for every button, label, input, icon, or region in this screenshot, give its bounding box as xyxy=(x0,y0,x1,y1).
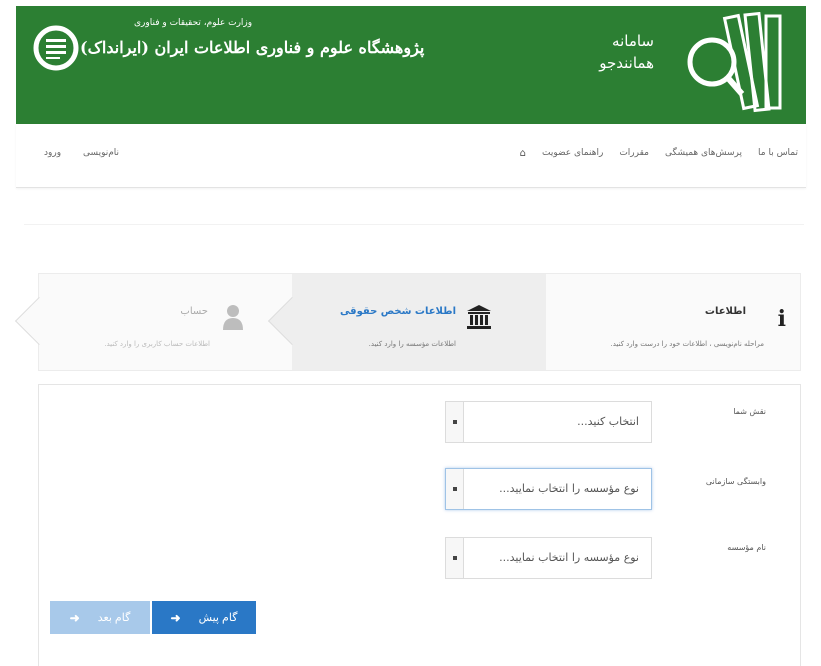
next-step-label: گام بعد xyxy=(97,612,131,624)
step-info[interactable]: i اطلاعات مراحله نام‌نویسی ، اطلاعات خود… xyxy=(546,274,800,370)
institution-icon xyxy=(467,305,491,329)
arrow-right-icon: ➜ xyxy=(170,610,181,625)
site-header: سامانه همانندجو وزارت علوم، تحقیقات و فن… xyxy=(16,6,806,124)
dropdown-arrow-icon[interactable] xyxy=(446,538,464,578)
nav-item-contact[interactable]: تماس با ما xyxy=(758,148,798,159)
role-select-value: انتخاب کنید... xyxy=(577,415,639,428)
divider xyxy=(24,224,804,225)
affiliation-select[interactable]: نوع مؤسسه را انتخاب نمایید... xyxy=(445,468,652,510)
affiliation-label: وابستگی سازمانی xyxy=(705,477,766,486)
nav-item-faq[interactable]: پرسش‌های همیشگی xyxy=(665,148,742,159)
arrow-right-icon: ➜ xyxy=(69,610,80,625)
previous-step-label: گام پیش xyxy=(198,612,238,624)
role-label: نقش شما xyxy=(733,407,766,416)
step-account[interactable]: حساب اطلاعات حساب کاربری را وارد کنید. xyxy=(14,274,292,370)
step-legal-entity[interactable]: اطلاعات شخص حقوقی اطلاعات مؤسسه را وارد … xyxy=(267,274,546,370)
user-icon xyxy=(223,305,243,330)
samaneh-logo-icon[interactable] xyxy=(670,12,790,117)
step-account-title: حساب xyxy=(180,306,208,317)
step-arrow xyxy=(14,296,64,346)
registration-form: نقش شما انتخاب کنید... وابستگی سازمانی ن… xyxy=(38,384,801,666)
step-info-desc: مراحله نام‌نویسی ، اطلاعات خود را درست و… xyxy=(610,340,764,348)
previous-step-button[interactable]: گام پیش ➜ xyxy=(152,601,256,634)
step-info-title: اطلاعات xyxy=(704,306,746,317)
system-title: سامانه همانندجو xyxy=(599,30,654,74)
step-legal-entity-title: اطلاعات شخص حقوقی xyxy=(339,306,456,317)
organization-name: پژوهشگاه علوم و فناوری اطلاعات ایران (ای… xyxy=(80,38,425,57)
institution-label: نام مؤسسه xyxy=(727,543,766,552)
dropdown-arrow-icon[interactable] xyxy=(446,402,464,442)
ministry-name: وزارت علوم، تحقیقات و فناوری xyxy=(134,18,253,28)
wizard-steps: i اطلاعات مراحله نام‌نویسی ، اطلاعات خود… xyxy=(14,273,801,371)
auth-links: ورود نام‌نویسی xyxy=(44,148,119,158)
home-icon[interactable]: ⌂ xyxy=(520,148,526,159)
main-navbar: ⌂ راهنمای عضویت مقررات پرسش‌های همیشگی ت… xyxy=(16,124,806,188)
step-legal-entity-desc: اطلاعات مؤسسه را وارد کنید. xyxy=(368,340,456,348)
affiliation-select-value: نوع مؤسسه را انتخاب نمایید... xyxy=(499,482,639,495)
next-step-button[interactable]: گام بعد ➜ xyxy=(50,601,150,634)
system-title-line2: همانندجو xyxy=(599,54,654,72)
institution-select-value: نوع مؤسسه را انتخاب نمایید... xyxy=(499,551,639,564)
info-icon: i xyxy=(777,306,786,332)
nav-item-rules[interactable]: مقررات xyxy=(619,148,649,159)
role-select[interactable]: انتخاب کنید... xyxy=(445,401,652,443)
register-link[interactable]: نام‌نویسی xyxy=(83,148,119,158)
dropdown-arrow-icon[interactable] xyxy=(446,469,464,509)
login-link[interactable]: ورود xyxy=(44,148,61,158)
system-title-line1: سامانه xyxy=(612,32,654,50)
irandoc-logo-icon[interactable] xyxy=(32,24,80,72)
step-account-desc: اطلاعات حساب کاربری را وارد کنید. xyxy=(104,340,210,348)
institution-select[interactable]: نوع مؤسسه را انتخاب نمایید... xyxy=(445,537,652,579)
nav-menu: ⌂ راهنمای عضویت مقررات پرسش‌های همیشگی ت… xyxy=(520,148,798,159)
nav-item-membership-guide[interactable]: راهنمای عضویت xyxy=(542,148,603,159)
